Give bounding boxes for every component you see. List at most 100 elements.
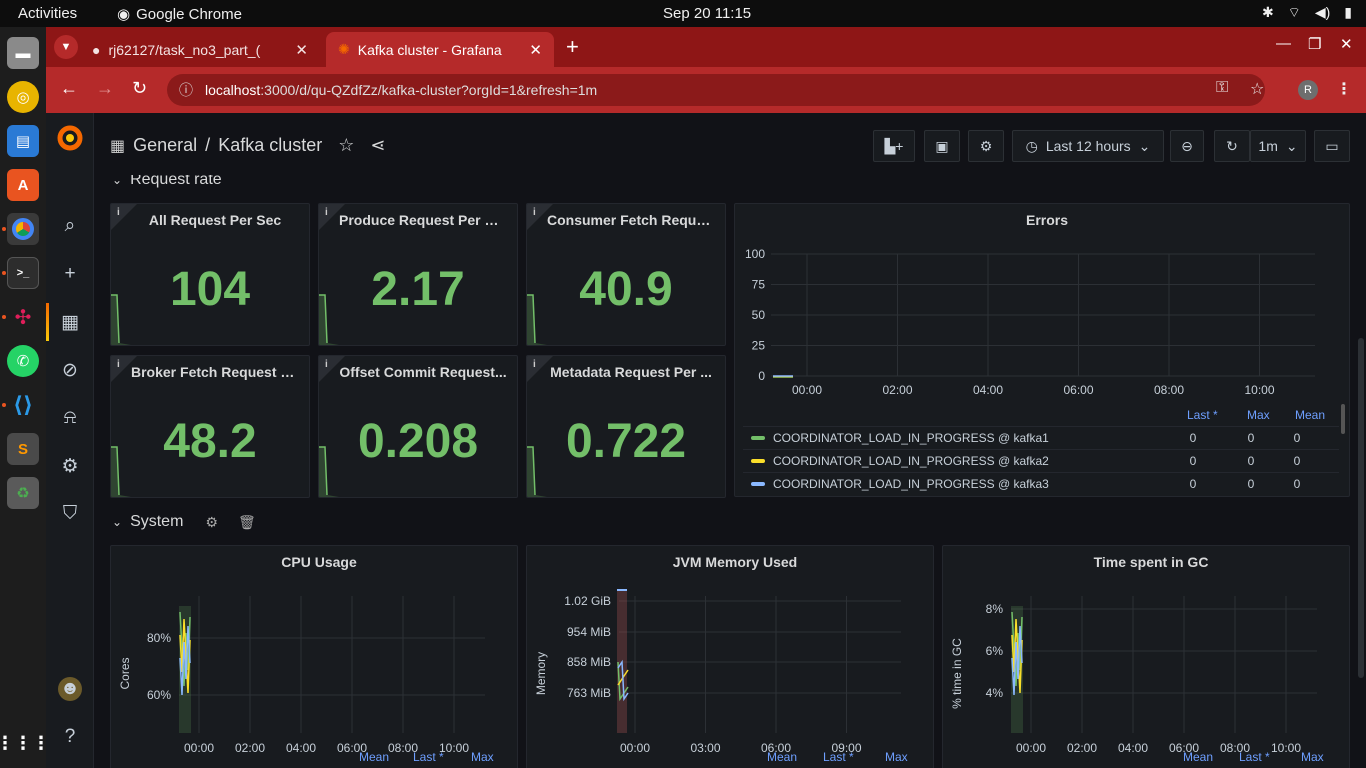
app-menu[interactable]: ◉ Google Chrome [117,5,242,24]
system-tray[interactable]: ✱ ⌔ ◀) ▮ [1262,4,1352,22]
stat-panel[interactable]: i Offset Commit Request... 0.208 [318,355,518,498]
row-system[interactable]: ⌄ System ⚙ 🗑 [112,513,256,531]
y-tick-label: 954 MiB [567,625,611,639]
dashboards-icon[interactable]: ▦ [58,310,82,334]
system-panel[interactable]: CPU Usage Mean Last * Max Cores 60% 80% 00:00 02… [110,545,518,768]
bookmark-star-icon[interactable]: ☆ [1250,79,1264,99]
gear-icon: ⚙ [979,137,993,154]
software-icon[interactable]: A [7,169,39,201]
close-tab-icon[interactable]: ✕ [295,41,308,59]
legend-scrollbar[interactable] [1341,404,1345,434]
series-name[interactable]: COORDINATOR_LOAD_IN_PROGRESS @ kafka2 [773,454,1049,468]
key-icon[interactable]: ⚿ [1216,79,1228,97]
search-icon[interactable]: ⌕ [58,214,82,238]
breadcrumb-folder[interactable]: General [133,135,197,156]
battery-icon[interactable]: ▮ [1344,4,1352,22]
show-apps-icon[interactable]: ⋮⋮⋮ [0,727,50,759]
errors-panel[interactable]: Errors 0 25 50 75 100 00:00 02:00 04:00 06:00 08:… [734,203,1350,497]
back-icon[interactable]: ← [60,78,78,99]
y-tick-label: 0 [758,369,765,383]
tab-github[interactable]: ● rj62127/task_no3_part_( ✕ [80,32,320,67]
system-panel[interactable]: JVM Memory Used Mean Last * Max Memory 763 Mi… [526,545,934,768]
slack-icon[interactable]: ✣ [7,301,39,333]
add-panel-button[interactable]: ▙+ [873,130,915,162]
dashboard-settings-button[interactable]: ⚙ [968,130,1004,162]
activities-button[interactable]: Activities [18,5,77,22]
grafana-logo-icon[interactable] [55,123,85,153]
star-icon[interactable]: ☆ [338,135,354,156]
alerting-bell-icon[interactable]: ⍾ [58,406,82,430]
wifi-icon[interactable]: ⌔ [1288,4,1301,22]
address-bar[interactable]: ⓘ localhost:3000/d/qu-QZdfZz/kafka-clust… [167,74,1265,106]
row-settings-gear-icon[interactable]: ⚙ [205,514,218,531]
x-tick-label: 00:00 [184,741,214,755]
rhythmbox-icon[interactable]: ◎ [7,81,39,113]
breadcrumb-dashboard[interactable]: Kafka cluster [218,135,322,156]
refresh-interval-label: 1m [1258,138,1278,154]
sublime-icon[interactable]: S [7,433,39,465]
panel-title[interactable]: Produce Request Per Sec [319,212,517,228]
new-tab-button[interactable]: + [566,34,579,60]
stat-panel[interactable]: i Consumer Fetch Reque... 40.9 [526,203,726,346]
volume-icon[interactable]: ◀) [1315,4,1330,22]
refresh-interval-picker[interactable]: 1m ⌄ [1250,130,1306,162]
chrome-dock-icon[interactable] [7,213,39,245]
chrome-menu-icon[interactable]: ⋮ [1336,79,1352,99]
user-avatar[interactable]: ☻ [58,677,82,701]
legend-row[interactable]: COORDINATOR_LOAD_IN_PROGRESS @ kafka3 0 0 0 [743,472,1339,494]
minimize-icon[interactable]: — [1276,35,1291,52]
series-name[interactable]: COORDINATOR_LOAD_IN_PROGRESS @ kafka3 [773,477,1049,491]
stat-panel[interactable]: i Produce Request Per Sec 2.17 [318,203,518,346]
series-name[interactable]: COORDINATOR_LOAD_IN_PROGRESS @ kafka1 [773,431,1049,445]
save-dashboard-button[interactable]: ▣ [924,130,960,162]
vscode-icon[interactable]: ⟨⟩ [7,389,39,421]
server-admin-shield-icon[interactable]: ⛉ [58,502,82,526]
forward-icon[interactable]: → [96,78,114,99]
legend-row[interactable]: COORDINATOR_LOAD_IN_PROGRESS @ kafka2 0 0 0 [743,449,1339,471]
tv-mode-button[interactable]: ▭ [1314,130,1350,162]
panel-title[interactable]: CPU Usage [111,554,517,570]
tab-search-button[interactable]: ▼ [54,35,78,59]
system-panel[interactable]: Time spent in GC Mean Last * Max% time in G… [942,545,1350,768]
close-tab-icon[interactable]: ✕ [529,41,542,59]
legend-header-last[interactable]: Last * [1187,408,1218,422]
profile-avatar[interactable]: R [1298,80,1318,100]
accessibility-icon[interactable]: ✱ [1262,4,1274,22]
terminal-icon[interactable]: >_ [7,257,39,289]
stat-panel[interactable]: i Broker Fetch Request P... 48.2 [110,355,310,498]
writer-icon[interactable]: ▤ [7,125,39,157]
create-icon[interactable]: + [58,262,82,286]
stat-panel[interactable]: i All Request Per Sec 104 [110,203,310,346]
zoom-out-button[interactable]: ⊖ [1170,130,1204,162]
page-scrollbar[interactable] [1358,338,1364,678]
panel-title[interactable]: All Request Per Sec [111,212,309,228]
legend-header-mean[interactable]: Mean [1295,408,1325,422]
share-icon[interactable]: ⋖ [370,135,385,156]
site-info-icon[interactable]: ⓘ [179,80,193,100]
trash-icon[interactable]: ♻ [7,477,39,509]
tab-grafana[interactable]: ✺ Kafka cluster - Grafana ✕ [326,32,554,67]
legend-row[interactable]: COORDINATOR_LOAD_IN_PROGRESS @ kafka1 0 0 0 [743,426,1339,448]
files-icon[interactable]: ▬ [7,37,39,69]
stat-panel[interactable]: i Metadata Request Per ... 0.722 [526,355,726,498]
sparkline [527,294,547,345]
configuration-gear-icon[interactable]: ⚙ [58,454,82,478]
reload-icon[interactable]: ↻ [132,78,147,99]
panel-title[interactable]: JVM Memory Used [527,554,933,570]
panel-title[interactable]: Time spent in GC [943,554,1349,570]
legend-header-max[interactable]: Max [1247,408,1270,422]
panel-title[interactable]: Consumer Fetch Reque... [527,212,725,228]
panel-title[interactable]: Offset Commit Request... [319,364,517,380]
close-window-icon[interactable]: ✕ [1340,35,1353,53]
panel-title[interactable]: Errors [735,212,1349,228]
panel-title[interactable]: Metadata Request Per ... [527,364,725,380]
explore-icon[interactable]: ⊘ [58,358,82,382]
help-icon[interactable]: ? [58,725,82,749]
time-picker-button[interactable]: ◷ Last 12 hours ⌄ [1012,130,1164,162]
refresh-button[interactable]: ↻ [1214,130,1250,162]
row-delete-trash-icon[interactable]: 🗑 [238,514,256,531]
panel-title[interactable]: Broker Fetch Request P... [111,364,309,380]
clock[interactable]: Sep 20 11:15 [663,5,751,22]
whatsapp-icon[interactable]: ✆ [7,345,39,377]
maximize-icon[interactable]: ❐ [1308,35,1321,53]
